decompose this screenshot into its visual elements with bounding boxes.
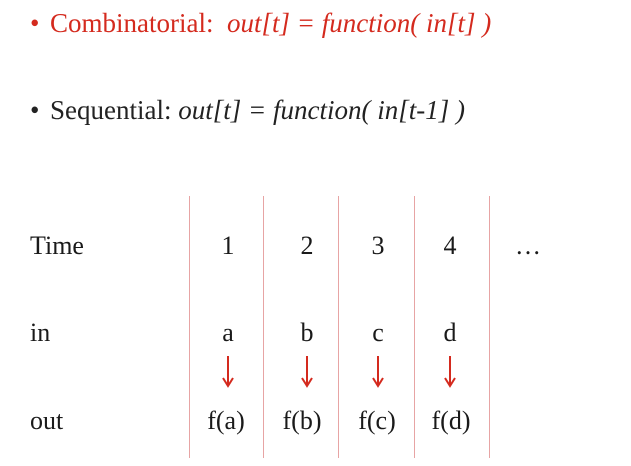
row-label-out: out (30, 406, 64, 435)
row-label-in: in (30, 318, 51, 347)
in-cell: c (372, 318, 384, 347)
down-arrow-icon (444, 356, 456, 388)
bullet-marker: • (30, 95, 40, 125)
bullet-marker: • (30, 8, 40, 38)
column-divider (189, 196, 190, 458)
out-cell: f(b) (282, 406, 322, 435)
sequential-line: • Sequential: out[t] = function( in[t-1] … (30, 97, 465, 124)
column-divider (263, 196, 264, 458)
down-arrow-icon (222, 356, 234, 388)
column-divider (338, 196, 339, 458)
out-cell: f(a) (207, 406, 245, 435)
row-label-time: Time (30, 231, 84, 260)
out-cell: f(c) (358, 406, 396, 435)
out-cell: f(d) (431, 406, 471, 435)
down-arrow-icon (372, 356, 384, 388)
sequential-formula: out[t] = function( in[t-1] ) (178, 95, 465, 125)
in-cell: d (443, 318, 457, 347)
time-cell: 2 (300, 231, 314, 260)
time-cell: 3 (371, 231, 385, 260)
combinatorial-label: Combinatorial: (50, 8, 214, 38)
combinatorial-formula: out[t] = function( in[t] ) (226, 8, 492, 38)
column-divider (414, 196, 415, 458)
in-cell: a (222, 318, 234, 347)
time-cell: 1 (221, 231, 235, 260)
combinatorial-line: • Combinatorial: out[t] = function( in[t]… (30, 10, 491, 37)
in-cell: b (300, 318, 314, 347)
sequential-label: Sequential: (50, 95, 172, 125)
ellipsis: … (515, 231, 541, 260)
time-cell: 4 (443, 231, 457, 260)
column-divider (489, 196, 490, 458)
down-arrow-icon (301, 356, 313, 388)
